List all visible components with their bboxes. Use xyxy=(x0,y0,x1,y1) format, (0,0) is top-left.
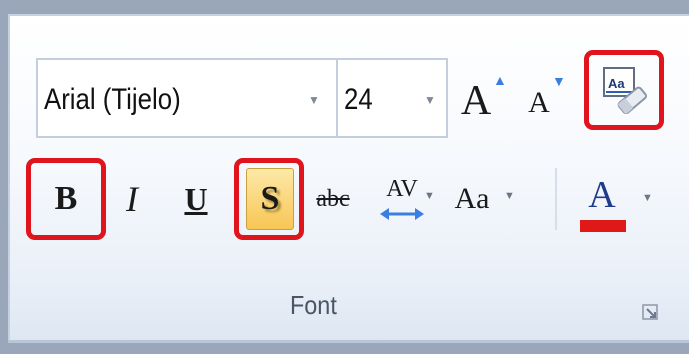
ribbon-bottom-border xyxy=(8,340,689,343)
grow-font-button[interactable]: A xyxy=(456,76,496,126)
font-color-button[interactable]: A ▼ xyxy=(572,170,662,236)
chevron-down-icon[interactable]: ▼ xyxy=(642,192,653,204)
clear-formatting-button[interactable]: Aa xyxy=(600,66,648,115)
underline-icon: U xyxy=(184,180,208,217)
chevron-down-icon[interactable]: ▼ xyxy=(424,60,436,140)
font-color-icon: A xyxy=(588,174,616,216)
group-label: Font xyxy=(290,290,337,320)
chevron-down-icon[interactable]: ▼ xyxy=(424,190,435,202)
italic-icon: I xyxy=(126,179,138,219)
bold-icon: B xyxy=(54,180,78,217)
italic-button[interactable]: I xyxy=(112,170,152,228)
shadow-icon: S xyxy=(260,180,280,217)
dialog-launcher-icon xyxy=(642,304,658,320)
strikethrough-icon: abc xyxy=(316,185,350,212)
double-arrow-icon xyxy=(380,208,424,220)
clear-formatting-icon: Aa xyxy=(603,67,647,115)
font-size-combo[interactable]: 24 ▼ xyxy=(336,58,448,138)
svg-text:Aa: Aa xyxy=(608,76,625,91)
chevron-down-icon[interactable]: ▼ xyxy=(504,190,515,202)
character-spacing-button[interactable]: AV ▼ xyxy=(378,170,436,232)
shadow-button[interactable]: S xyxy=(246,168,294,230)
strikethrough-button[interactable]: abc xyxy=(308,170,358,228)
character-spacing-label: AV xyxy=(386,175,418,202)
change-case-icon: Aa xyxy=(454,182,490,215)
chevron-down-icon[interactable]: ▼ xyxy=(308,60,320,140)
shrink-font-button[interactable]: A xyxy=(524,82,554,124)
caret-up-icon: ▲ xyxy=(493,72,507,88)
shrink-font-icon: A xyxy=(528,86,550,119)
font-name-value: Arial (Tijelo) xyxy=(44,83,181,116)
grow-font-icon: A xyxy=(460,78,492,124)
font-dialog-launcher[interactable] xyxy=(642,304,658,320)
font-name-combo[interactable]: Arial (Tijelo) ▼ xyxy=(36,58,338,138)
font-size-value: 24 xyxy=(344,83,373,116)
font-color-swatch xyxy=(580,220,626,232)
caret-down-icon: ▼ xyxy=(552,73,566,89)
group-divider xyxy=(555,168,557,230)
change-case-button[interactable]: Aa ▼ xyxy=(444,170,520,228)
bold-button[interactable]: B xyxy=(38,170,94,228)
underline-button[interactable]: U xyxy=(176,170,216,228)
